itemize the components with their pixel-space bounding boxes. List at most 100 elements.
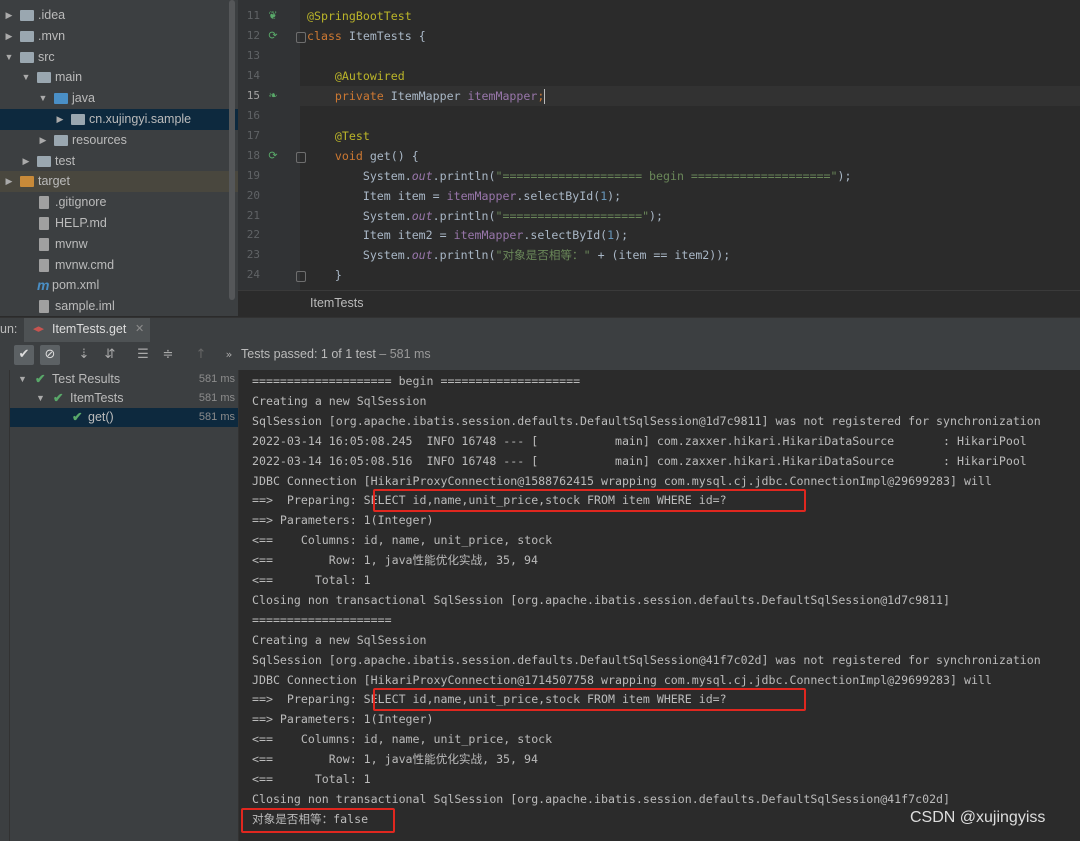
tree-item[interactable]: ▶ resources xyxy=(0,130,238,151)
autowired-bean-icon[interactable]: ❧ xyxy=(266,89,280,103)
code-line: @Test xyxy=(307,126,370,146)
folder-icon xyxy=(20,176,34,188)
tree-item-label: java xyxy=(72,91,95,106)
run-label: un: xyxy=(0,322,18,336)
chevron-right-icon[interactable]: ▶ xyxy=(4,171,14,192)
code-token: ; xyxy=(537,88,545,103)
console-line: Creating a new SqlSession xyxy=(252,393,427,408)
test-result-item[interactable]: ✔ get() 581 ms xyxy=(10,408,238,427)
chevron-right-icon[interactable]: ▶ xyxy=(21,151,31,172)
tree-item[interactable]: ▶ test xyxy=(0,151,238,172)
chevron-right-icon[interactable]: ▶ xyxy=(4,26,14,47)
tree-item[interactable]: ▶ .idea xyxy=(0,5,238,26)
sort-duration-icon[interactable]: ⇵ xyxy=(100,345,120,365)
chevron-right-icon[interactable]: ▶ xyxy=(38,130,48,151)
file-icon xyxy=(39,300,49,314)
code-token: .println( xyxy=(432,208,496,223)
code-token: Item item = xyxy=(307,188,447,203)
line-number: 13 xyxy=(246,48,260,62)
code-token: System. xyxy=(307,168,412,183)
code-line: } xyxy=(307,265,342,285)
tree-item[interactable]: mvnw xyxy=(0,234,238,255)
project-tree-panel: ▶ .idea ▶ .mvn ▼ src ▼ main ▼ java ▶ cn.xujingyi.sa… xyxy=(0,0,238,316)
run-config-icon: ◂▸ xyxy=(33,322,45,335)
chevron-right-icon[interactable]: ▶ xyxy=(4,5,14,26)
code-line: Item item = itemMapper.selectById(1); xyxy=(307,186,621,206)
test-result-time: 581 ms xyxy=(198,411,235,423)
close-icon[interactable]: ✕ xyxy=(135,322,144,335)
chevron-right-icon[interactable]: ▶ xyxy=(55,109,65,130)
tree-item[interactable]: ▼ main xyxy=(0,67,238,88)
watermark: CSDN @xujingyiss xyxy=(910,809,1046,826)
chevron-down-icon[interactable]: ▼ xyxy=(36,389,45,408)
project-tree-scrollbar[interactable] xyxy=(229,0,235,300)
folder-icon xyxy=(20,51,34,63)
tree-item[interactable]: ▶ target xyxy=(0,171,238,193)
console-line: JDBC Connection [HikariProxyConnection@1… xyxy=(252,672,992,687)
collapse-all-icon[interactable]: ≑ xyxy=(158,345,178,365)
tree-item[interactable]: ▶ cn.xujingyi.sample xyxy=(0,109,238,130)
tree-item-label: target xyxy=(38,174,70,189)
fold-marker-icon[interactable] xyxy=(296,151,306,163)
tree-item-label: .gitignore xyxy=(55,195,107,210)
run-test-icon[interactable]: ⟳ xyxy=(266,149,280,163)
code-line: void get() { xyxy=(307,146,419,166)
tree-item[interactable]: HELP.md xyxy=(0,213,238,234)
line-number: 19 xyxy=(246,168,260,182)
tree-item-label: main xyxy=(55,70,83,85)
console-line: Closing non transactional SqlSession [or… xyxy=(252,592,951,607)
spring-bean-icon[interactable]: ❦ xyxy=(266,9,280,23)
code-token: private xyxy=(307,88,391,103)
tree-item[interactable]: ▼ src xyxy=(0,47,238,68)
code-token: System. xyxy=(307,248,412,263)
file-icon xyxy=(39,237,49,251)
more-icon[interactable]: » xyxy=(219,345,239,365)
fold-marker-icon[interactable] xyxy=(296,271,306,283)
expand-all-icon[interactable]: ☰ xyxy=(133,345,153,365)
tree-item-label: pom.xml xyxy=(52,278,100,293)
show-ignored-icon[interactable]: ⊘ xyxy=(40,345,60,365)
tree-item[interactable]: mvnw.cmd xyxy=(0,255,238,276)
code-token: @Test xyxy=(307,128,370,143)
chevron-down-icon[interactable]: ▼ xyxy=(38,88,48,109)
code-token: } xyxy=(307,268,342,283)
chevron-down-icon[interactable]: ▼ xyxy=(18,370,27,389)
folder-icon xyxy=(37,155,51,167)
chevron-down-icon[interactable]: ▼ xyxy=(21,67,31,88)
tree-item[interactable]: ▶ .mvn xyxy=(0,26,238,47)
show-passed-icon[interactable]: ✔ xyxy=(14,345,34,365)
test-result-time: 581 ms xyxy=(198,373,235,385)
run-class-icon[interactable]: ⟳ xyxy=(266,29,280,43)
folder-icon xyxy=(20,10,34,21)
line-number: 24 xyxy=(246,268,260,282)
run-side-toolbar xyxy=(0,370,10,841)
tree-item[interactable]: m pom.xml xyxy=(0,275,238,296)
code-token: class xyxy=(307,28,349,43)
chevron-down-icon[interactable]: ▼ xyxy=(4,47,14,68)
code-token: Item item2 = xyxy=(307,228,454,243)
console-line: ==================== begin =============… xyxy=(252,374,581,388)
tree-item[interactable]: ▼ java xyxy=(0,88,238,109)
run-tab-label[interactable]: ItemTests.get xyxy=(52,322,126,336)
fold-marker-icon[interactable] xyxy=(296,31,306,43)
test-result-time: 581 ms xyxy=(198,392,235,404)
breadcrumb-class[interactable]: ItemTests xyxy=(310,296,364,310)
code-line: System.out.println("====================… xyxy=(307,206,663,226)
run-toolwindow-header xyxy=(0,317,1080,344)
test-result-label: get() xyxy=(88,410,114,424)
line-number: 21 xyxy=(246,208,260,222)
code-token: itemMapper xyxy=(453,228,524,243)
tests-status: Tests passed: 1 of 1 test – 581 ms xyxy=(241,347,431,361)
tree-item[interactable]: sample.iml xyxy=(0,296,238,316)
code-token: ItemTests { xyxy=(348,28,426,43)
code-token: ItemMapper xyxy=(390,88,468,103)
sort-alpha-icon[interactable]: ⇣ xyxy=(74,345,94,365)
previous-failed-icon[interactable]: ↑ xyxy=(191,345,211,365)
tree-item[interactable]: .gitignore xyxy=(0,192,238,213)
passed-check-icon: ✔ xyxy=(72,410,83,424)
file-icon xyxy=(39,196,49,210)
tree-item-label: src xyxy=(38,49,55,64)
test-result-item[interactable]: ▼ ✔ Test Results 581 ms xyxy=(10,370,238,389)
test-result-item[interactable]: ▼ ✔ ItemTests 581 ms xyxy=(10,389,238,408)
console-line: 2022-03-14 16:05:08.516 INFO 16748 --- [… xyxy=(252,453,1027,468)
